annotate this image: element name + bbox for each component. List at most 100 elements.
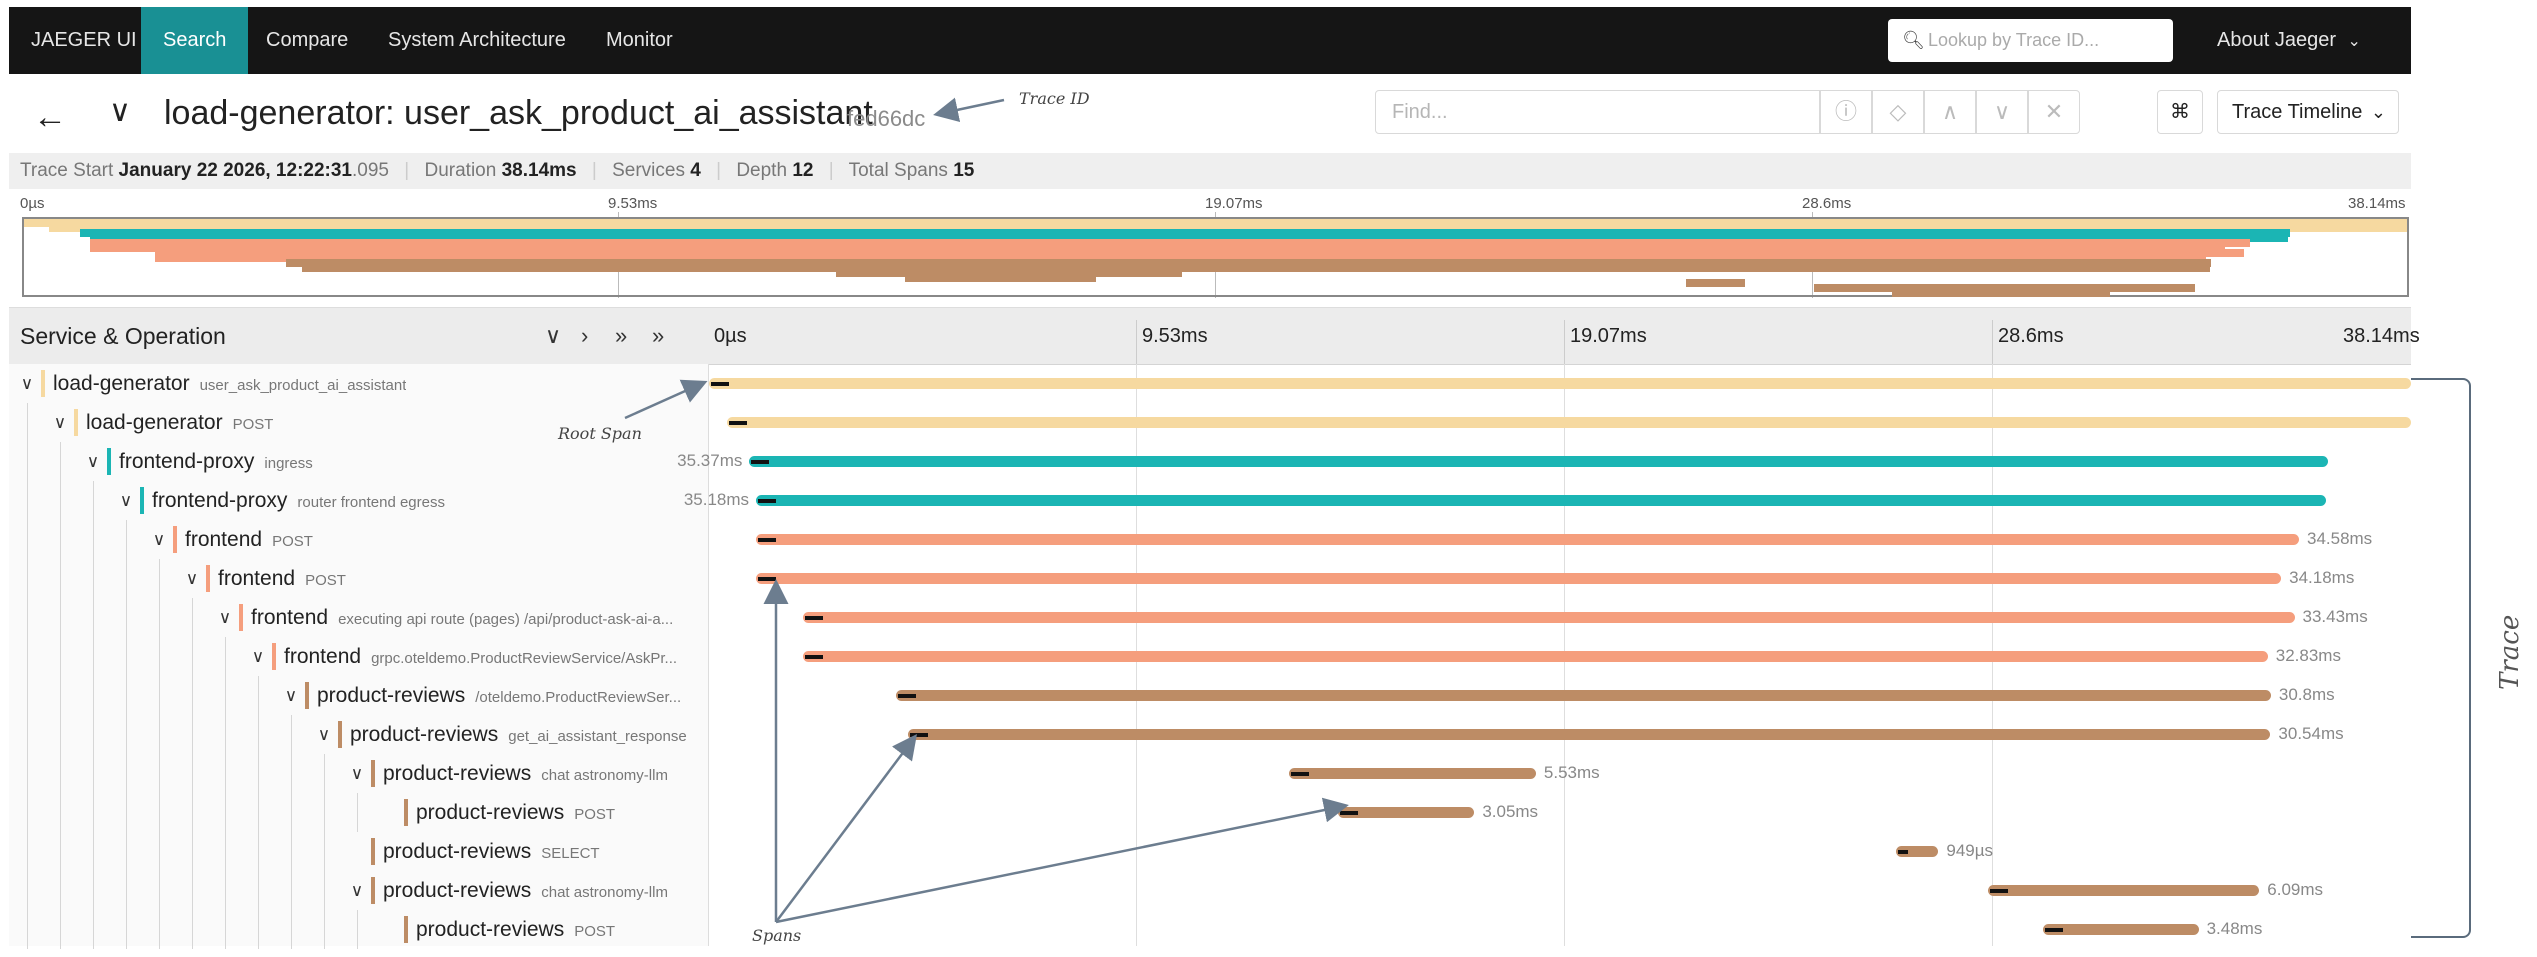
minimap-tick: 9.53ms bbox=[608, 195, 658, 212]
expand-toggle-icon[interactable]: ∨ bbox=[215, 598, 235, 637]
collapse-all-icon[interactable]: »︎ bbox=[615, 308, 627, 364]
span-duration-label: 35.18ms bbox=[683, 490, 750, 509]
span-bar[interactable] bbox=[749, 456, 2328, 467]
collapse-one-icon[interactable]: ∨ bbox=[545, 308, 561, 364]
locate-icon[interactable]: ◇ bbox=[1872, 90, 1924, 134]
span-row[interactable]: product-reviews POST 3.05ms bbox=[9, 793, 2411, 832]
duration-label: Duration bbox=[424, 160, 497, 181]
expand-one-icon[interactable]: › bbox=[581, 308, 588, 364]
span-row[interactable]: ∨ load-generator user_ask_product_ai_assis… bbox=[9, 364, 2411, 403]
span-bar[interactable] bbox=[896, 690, 2271, 701]
nav-system-architecture[interactable]: System Architecture bbox=[388, 7, 566, 74]
help-icon[interactable]: ⓘ bbox=[1820, 90, 1872, 134]
find-input[interactable]: Find... bbox=[1375, 90, 1820, 134]
expand-all-icon[interactable]: » bbox=[652, 308, 664, 364]
operation-name: POST bbox=[574, 806, 616, 823]
span-row[interactable]: ∨ product-reviews get_ai_assistant_respons… bbox=[9, 715, 2411, 754]
operation-name: ingress bbox=[264, 455, 313, 472]
service-name: product-reviews bbox=[383, 879, 532, 902]
service-color-bar bbox=[206, 565, 210, 592]
span-log-marker bbox=[804, 616, 823, 620]
operation-name: grpc.oteldemo.ProductReviewService/AskPr… bbox=[371, 650, 678, 667]
span-row[interactable]: ∨ load-generator POST bbox=[9, 403, 2411, 442]
service-color-bar bbox=[107, 448, 111, 475]
total-spans-value: 15 bbox=[953, 160, 975, 181]
span-bar[interactable] bbox=[726, 417, 2411, 428]
about-jaeger-menu[interactable]: About Jaeger ⌄ bbox=[2217, 7, 2361, 75]
jaeger-app: JAEGER UI Search Compare System Architec… bbox=[9, 7, 2420, 949]
timeline-header: Service & Operation ∨ › »︎ » 0µs 9.53ms … bbox=[9, 307, 2420, 365]
span-row[interactable]: ∨ frontend POST 34.18ms bbox=[9, 559, 2411, 598]
minimap-tick: 38.14ms bbox=[2348, 195, 2406, 212]
nav-compare[interactable]: Compare bbox=[266, 7, 348, 74]
expand-toggle-icon[interactable]: ∨ bbox=[149, 520, 169, 559]
top-nav: JAEGER UI Search Compare System Architec… bbox=[9, 7, 2411, 74]
timeline-tick: 9.53ms bbox=[1142, 325, 1208, 347]
service-name: product-reviews bbox=[416, 801, 565, 824]
span-bar[interactable] bbox=[755, 495, 2326, 506]
operation-name: router frontend egress bbox=[297, 494, 445, 511]
span-bar[interactable] bbox=[1987, 885, 2260, 896]
span-bar[interactable] bbox=[709, 378, 2411, 389]
expand-toggle-icon[interactable]: ∨ bbox=[182, 559, 202, 598]
expand-toggle-icon[interactable]: ∨ bbox=[83, 442, 103, 481]
next-result-icon[interactable]: ∨ bbox=[1976, 90, 2028, 134]
expand-toggle-icon[interactable]: ∨ bbox=[281, 676, 301, 715]
service-color-bar bbox=[371, 877, 375, 904]
expand-toggle-icon[interactable]: ∨ bbox=[314, 715, 334, 754]
span-log-marker bbox=[711, 382, 729, 386]
timeline-tick: 28.6ms bbox=[1998, 325, 2064, 347]
span-row[interactable]: ∨ frontend-proxy ingress 35.37ms bbox=[9, 442, 2411, 481]
span-bar[interactable] bbox=[907, 729, 2271, 740]
span-row[interactable]: ∨ frontend grpc.oteldemo.ProductReviewServ… bbox=[9, 637, 2411, 676]
expand-toggle-icon[interactable]: ∨ bbox=[347, 754, 367, 793]
span-bar[interactable] bbox=[755, 573, 2282, 584]
span-row[interactable]: ∨ frontend-proxy router frontend egress 35.… bbox=[9, 481, 2411, 520]
span-row[interactable]: ∨ frontend POST 34.58ms bbox=[9, 520, 2411, 559]
trace-id-lookup-input[interactable]: 🔍︎ Lookup by Trace ID... bbox=[1888, 19, 2173, 62]
trace-start-value: January 22 2026, 12:22:31 bbox=[118, 160, 352, 181]
minimap-span-bar bbox=[904, 274, 1096, 282]
brand-logo[interactable]: JAEGER UI bbox=[31, 7, 137, 74]
expand-toggle-icon[interactable]: ∨ bbox=[347, 871, 367, 910]
span-bar[interactable] bbox=[802, 612, 2295, 623]
span-log-marker bbox=[757, 577, 776, 581]
back-arrow-icon[interactable]: ← bbox=[33, 98, 67, 137]
span-duration-label: 33.43ms bbox=[2302, 607, 2368, 626]
expand-toggle-icon[interactable]: ∨ bbox=[17, 364, 37, 403]
span-bar[interactable] bbox=[2043, 924, 2199, 935]
prev-result-icon[interactable]: ∧ bbox=[1924, 90, 1976, 134]
nav-search[interactable]: Search bbox=[141, 7, 249, 74]
span-row[interactable]: ∨ product-reviews chat astronomy-llm 6.09ms bbox=[9, 871, 2411, 910]
span-row[interactable]: product-reviews SELECT 949µs bbox=[9, 832, 2411, 871]
expand-toggle-icon[interactable]: ∨ bbox=[248, 637, 268, 676]
expand-toggle-icon[interactable]: ∨ bbox=[116, 481, 136, 520]
service-color-bar bbox=[338, 721, 342, 748]
service-color-bar bbox=[371, 760, 375, 787]
span-row[interactable]: ∨ frontend executing api route (pages) /ap… bbox=[9, 598, 2411, 637]
expand-toggle-icon[interactable]: ∨ bbox=[50, 403, 70, 442]
service-name: product-reviews bbox=[416, 918, 565, 941]
span-bar[interactable] bbox=[802, 651, 2268, 662]
view-mode-label: Trace Timeline bbox=[2232, 101, 2363, 123]
nav-monitor[interactable]: Monitor bbox=[606, 7, 673, 74]
span-log-marker bbox=[757, 499, 776, 503]
span-bar[interactable] bbox=[1289, 768, 1536, 779]
keyboard-shortcuts-button[interactable]: ⌘ bbox=[2157, 90, 2203, 134]
service-color-bar bbox=[74, 409, 78, 436]
span-duration-label: 3.05ms bbox=[1482, 802, 1539, 821]
view-mode-select[interactable]: Trace Timeline ⌄ bbox=[2217, 90, 2399, 134]
span-bar[interactable] bbox=[1338, 807, 1475, 818]
span-bar[interactable] bbox=[755, 534, 2299, 545]
chevron-down-icon[interactable]: ∨ bbox=[109, 94, 131, 129]
trace-start-label: Trace Start bbox=[20, 160, 114, 181]
span-row[interactable]: product-reviews POST 3.48ms bbox=[9, 910, 2411, 949]
service-name: frontend bbox=[185, 528, 263, 551]
service-name: product-reviews bbox=[317, 684, 466, 707]
span-row[interactable]: ∨ product-reviews/oteldemo.ProductReviewS… bbox=[9, 676, 2411, 715]
annotation-spans: Spans bbox=[752, 926, 802, 945]
trace-minimap[interactable]: 0µs 9.53ms 19.07ms 28.6ms 38.14ms bbox=[9, 189, 2411, 301]
search-icon: 🔍︎ bbox=[1902, 30, 1925, 50]
span-row[interactable]: ∨ product-reviews chat astronomy-llm 5.53ms bbox=[9, 754, 2411, 793]
clear-search-icon[interactable]: ✕ bbox=[2028, 90, 2080, 134]
